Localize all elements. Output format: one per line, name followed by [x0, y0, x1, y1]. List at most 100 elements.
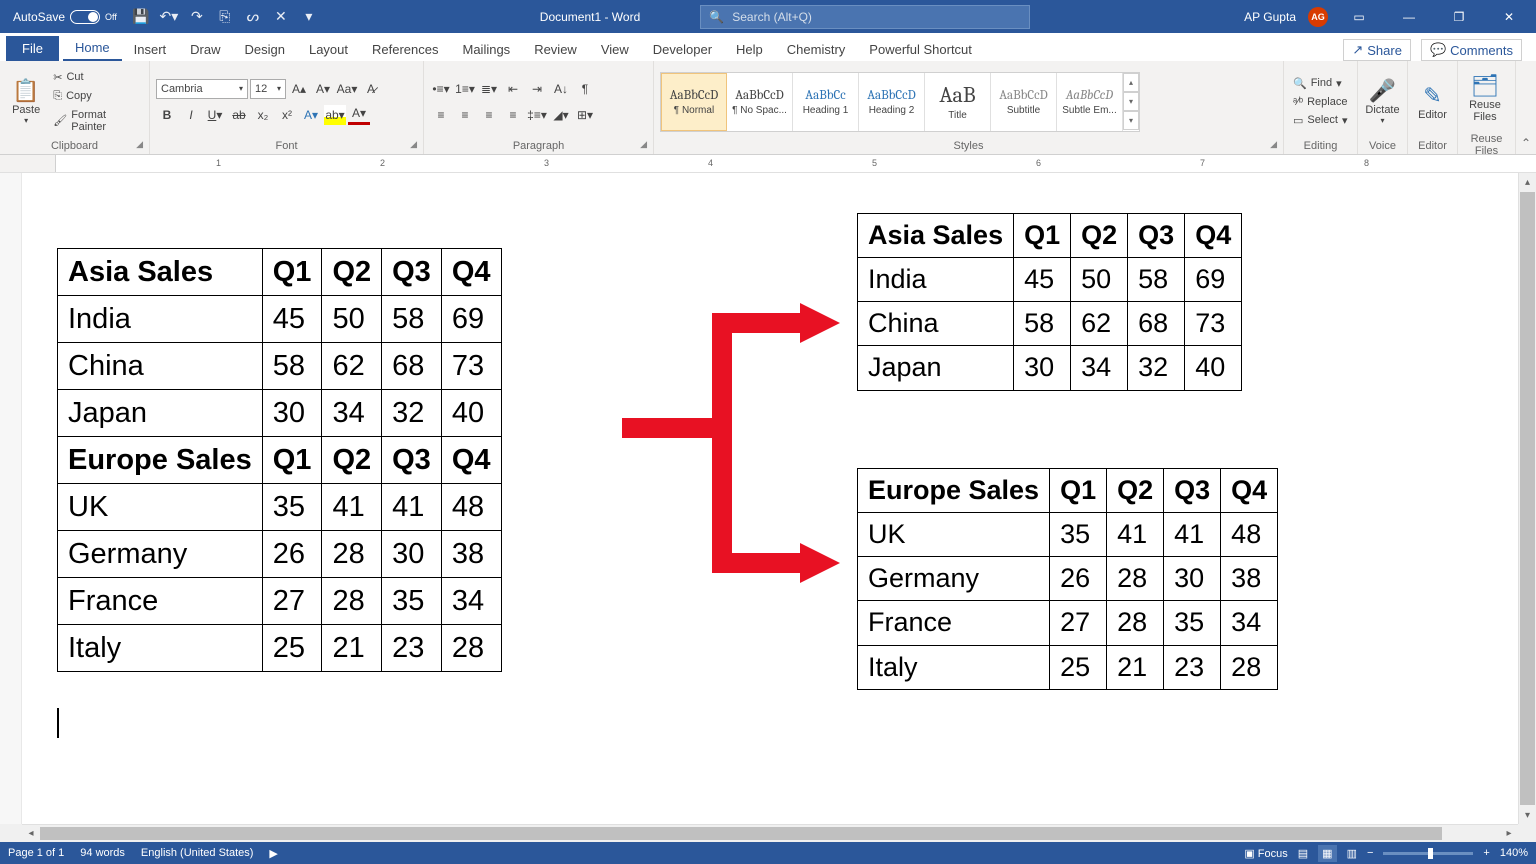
- table-cell[interactable]: 26: [1050, 557, 1107, 601]
- table-cell[interactable]: 35: [1050, 513, 1107, 557]
- zoom-level[interactable]: 140%: [1500, 847, 1528, 859]
- table-cell[interactable]: 28: [441, 625, 501, 672]
- table-cell[interactable]: 26: [262, 531, 322, 578]
- table-cell[interactable]: 41: [322, 484, 382, 531]
- borders-icon[interactable]: ⊞▾: [574, 105, 596, 125]
- underline-icon[interactable]: U▾: [204, 105, 226, 125]
- touch-mode-icon[interactable]: ⎘: [216, 8, 234, 26]
- zoom-in-icon[interactable]: +: [1483, 847, 1489, 859]
- styles-gallery[interactable]: AaBbCcD¶ Normal AaBbCcD¶ No Spac... AaBb…: [660, 72, 1140, 132]
- style-no-spacing[interactable]: AaBbCcD¶ No Spac...: [727, 73, 793, 131]
- table-cell[interactable]: 28: [322, 578, 382, 625]
- table-cell[interactable]: 41: [1164, 513, 1221, 557]
- table-cell[interactable]: Asia Sales: [858, 214, 1014, 258]
- table-cell[interactable]: Q3: [382, 249, 442, 296]
- table-cell[interactable]: Italy: [858, 645, 1050, 689]
- table-cell[interactable]: 30: [1164, 557, 1221, 601]
- print-layout-icon[interactable]: ▦: [1318, 845, 1336, 862]
- table-cell[interactable]: 48: [1221, 513, 1278, 557]
- decrease-indent-icon[interactable]: ⇤: [502, 79, 524, 99]
- increase-indent-icon[interactable]: ⇥: [526, 79, 548, 99]
- table-cell[interactable]: 40: [441, 390, 501, 437]
- ribbon-display-icon[interactable]: ▭: [1340, 0, 1378, 33]
- read-mode-icon[interactable]: ▤: [1298, 847, 1308, 860]
- shrink-font-icon[interactable]: A▾: [312, 79, 334, 99]
- table-cell[interactable]: Japan: [858, 346, 1014, 390]
- tab-developer[interactable]: Developer: [641, 37, 724, 61]
- align-right-icon[interactable]: ≡: [478, 105, 500, 125]
- macro-icon[interactable]: ▶: [269, 847, 277, 860]
- table-cell[interactable]: 50: [1071, 258, 1128, 302]
- user-avatar[interactable]: AG: [1308, 7, 1328, 27]
- table-cell[interactable]: China: [858, 302, 1014, 346]
- font-color-icon[interactable]: A▾: [348, 105, 370, 125]
- vertical-ruler[interactable]: [0, 173, 22, 824]
- table-cell[interactable]: 28: [1221, 645, 1278, 689]
- web-layout-icon[interactable]: ▥: [1347, 847, 1357, 860]
- bullets-icon[interactable]: •≡▾: [430, 79, 452, 99]
- editor-button[interactable]: ✎Editor: [1414, 69, 1451, 135]
- table-cell[interactable]: 27: [262, 578, 322, 625]
- autosave-toggle[interactable]: AutoSave Off: [8, 8, 122, 26]
- table-cell[interactable]: Q3: [382, 437, 442, 484]
- table-cell[interactable]: 35: [1164, 601, 1221, 645]
- table-cell[interactable]: 38: [441, 531, 501, 578]
- table-cell[interactable]: 73: [441, 343, 501, 390]
- change-case-icon[interactable]: Aa▾: [336, 79, 358, 99]
- table-cell[interactable]: 28: [1107, 601, 1164, 645]
- scroll-up-icon[interactable]: ▴: [1519, 173, 1536, 191]
- style-title[interactable]: AaBTitle: [925, 73, 991, 131]
- redo-icon[interactable]: ↷: [188, 8, 206, 26]
- tab-chemistry[interactable]: Chemistry: [775, 37, 858, 61]
- align-left-icon[interactable]: ≡: [430, 105, 452, 125]
- table-cell[interactable]: Germany: [58, 531, 263, 578]
- asia-sales-table[interactable]: Asia SalesQ1Q2Q3Q4India45505869China5862…: [857, 213, 1242, 391]
- word-count[interactable]: 94 words: [80, 847, 125, 859]
- table-cell[interactable]: 21: [1107, 645, 1164, 689]
- table-cell[interactable]: 30: [382, 531, 442, 578]
- table-cell[interactable]: Q2: [322, 437, 382, 484]
- save-icon[interactable]: 💾: [132, 8, 150, 26]
- table-cell[interactable]: Europe Sales: [58, 437, 263, 484]
- text-effects-icon[interactable]: A▾: [300, 105, 322, 125]
- tab-view[interactable]: View: [589, 37, 641, 61]
- table-cell[interactable]: 58: [1014, 302, 1071, 346]
- document-page[interactable]: Asia SalesQ1Q2Q3Q4India45505869China5862…: [22, 173, 1518, 824]
- sort-icon[interactable]: A↓: [550, 79, 572, 99]
- page-indicator[interactable]: Page 1 of 1: [8, 847, 64, 859]
- format-painter-button[interactable]: 🖌Format Painter: [50, 108, 143, 134]
- table-cell[interactable]: Q1: [1050, 469, 1107, 513]
- numbering-icon[interactable]: 1≡▾: [454, 79, 476, 99]
- tab-design[interactable]: Design: [233, 37, 297, 61]
- table-cell[interactable]: 35: [262, 484, 322, 531]
- table-cell[interactable]: 41: [382, 484, 442, 531]
- customize-qat-icon[interactable]: ▾: [300, 8, 318, 26]
- table-cell[interactable]: UK: [58, 484, 263, 531]
- tab-draw[interactable]: Draw: [178, 37, 232, 61]
- table-cell[interactable]: Q4: [1185, 214, 1242, 258]
- table-cell[interactable]: Q2: [1107, 469, 1164, 513]
- paste-button[interactable]: 📋Paste▾: [6, 69, 46, 135]
- superscript-icon[interactable]: x²: [276, 105, 298, 125]
- table-cell[interactable]: 45: [262, 296, 322, 343]
- grow-font-icon[interactable]: A▴: [288, 79, 310, 99]
- tab-shortcut[interactable]: Powerful Shortcut: [857, 37, 984, 61]
- combined-sales-table[interactable]: Asia SalesQ1Q2Q3Q4India45505869China5862…: [57, 248, 502, 672]
- scroll-left-icon[interactable]: ◂: [22, 825, 40, 842]
- shading-icon[interactable]: ◢▾: [550, 105, 572, 125]
- table-cell[interactable]: 34: [1071, 346, 1128, 390]
- gallery-scroll[interactable]: ▴▾▾: [1123, 73, 1139, 131]
- reuse-files-button[interactable]: 🗂Reuse Files: [1464, 65, 1506, 131]
- table-cell[interactable]: 23: [1164, 645, 1221, 689]
- table-cell[interactable]: India: [58, 296, 263, 343]
- table-cell[interactable]: 34: [1221, 601, 1278, 645]
- table-cell[interactable]: Q4: [441, 249, 501, 296]
- table-cell[interactable]: India: [858, 258, 1014, 302]
- table-cell[interactable]: 41: [1107, 513, 1164, 557]
- tab-home[interactable]: Home: [63, 35, 122, 61]
- share-qat-icon[interactable]: ᔕ: [244, 8, 262, 26]
- table-cell[interactable]: 35: [382, 578, 442, 625]
- bold-icon[interactable]: B: [156, 105, 178, 125]
- line-spacing-icon[interactable]: ‡≡▾: [526, 105, 548, 125]
- table-cell[interactable]: 62: [1071, 302, 1128, 346]
